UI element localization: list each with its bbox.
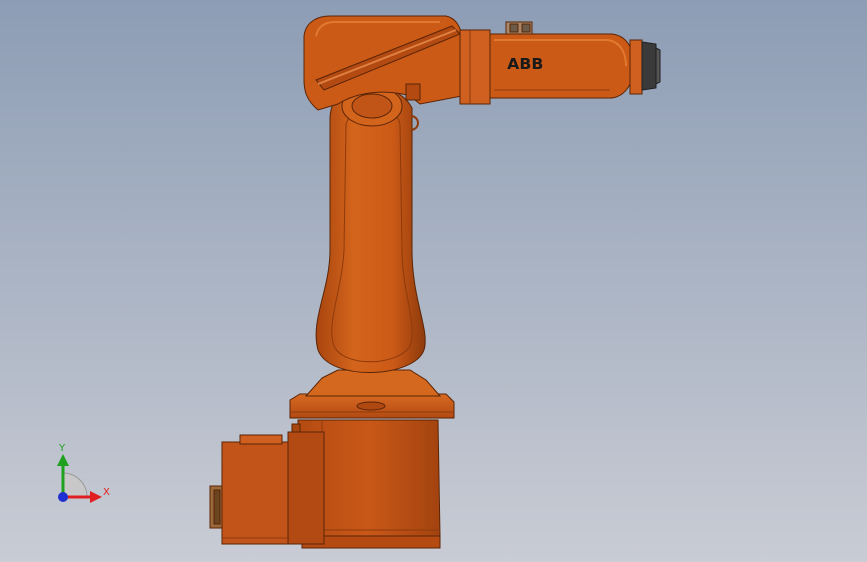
robot-model[interactable]: [0, 0, 867, 562]
robot-wrist-flange[interactable]: [629, 39, 661, 95]
y-axis-arrowhead: [57, 454, 69, 466]
z-axis-marker: [58, 492, 68, 502]
x-axis-label: X: [103, 487, 110, 498]
robot-base[interactable]: [209, 419, 441, 549]
triad-graphic: [57, 454, 102, 503]
robot-lower-arm[interactable]: [315, 85, 426, 373]
coordinate-triad[interactable]: Y X: [46, 440, 118, 510]
triad-plane: [62, 472, 88, 498]
graphics-viewport[interactable]: ABB Y X: [0, 0, 867, 562]
x-axis-arrowhead: [90, 491, 102, 503]
y-axis-label: Y: [59, 443, 66, 454]
